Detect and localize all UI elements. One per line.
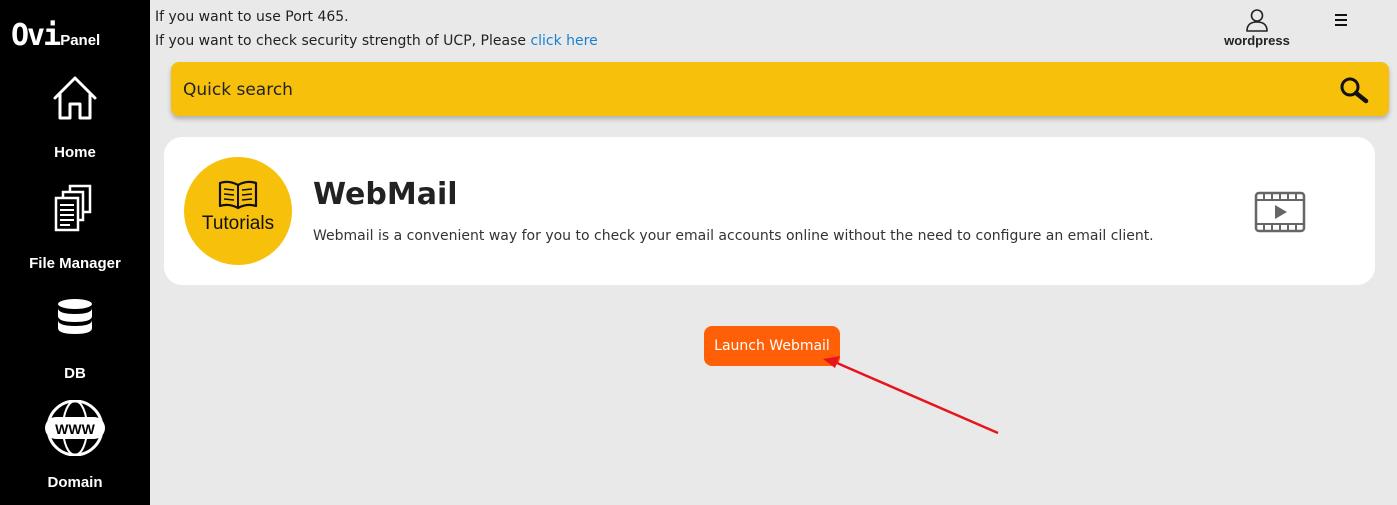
page-title: WebMail xyxy=(313,177,458,212)
logo-sub: Panel xyxy=(60,32,101,49)
click-here-link[interactable]: click here xyxy=(530,33,597,49)
quick-search-bar xyxy=(171,62,1389,118)
video-icon[interactable] xyxy=(1254,191,1306,233)
logo-main: Ovi xyxy=(11,18,61,53)
user-icon xyxy=(1246,9,1268,32)
tutorials-button[interactable]: Tutorials xyxy=(184,157,292,265)
sidebar-item-label: DB xyxy=(64,365,86,382)
hamburger-icon xyxy=(1335,14,1347,16)
sidebar-item-db[interactable]: DB xyxy=(0,297,150,382)
tutorials-label: Tutorials xyxy=(201,213,275,234)
svg-text:WWW: WWW xyxy=(55,421,95,437)
hamburger-menu-button[interactable] xyxy=(1333,12,1351,28)
file-manager-icon xyxy=(54,184,92,232)
search-input[interactable] xyxy=(181,62,1325,118)
webmail-card: Tutorials WebMail Webmail is a convenien… xyxy=(164,137,1375,285)
open-book-icon xyxy=(218,180,258,210)
database-icon xyxy=(58,299,92,334)
annotation-arrow-icon xyxy=(823,356,999,435)
sidebar-item-label: Home xyxy=(54,144,96,161)
www-icon: WWW xyxy=(45,400,105,456)
sidebar-item-label: File Manager xyxy=(29,255,121,272)
security-notice: If you want to check security strength o… xyxy=(155,33,598,49)
username: wordpress xyxy=(1224,33,1290,48)
user-account[interactable]: wordpress xyxy=(1212,8,1302,48)
search-icon[interactable] xyxy=(1339,76,1369,104)
sidebar-item-label: Domain xyxy=(47,474,103,491)
home-icon xyxy=(53,76,97,120)
sidebar: OviPanel Home File Manager DB WWW Domain xyxy=(0,0,150,505)
security-notice-text: If you want to check security strength o… xyxy=(155,33,531,49)
card-description: Webmail is a convenient way for you to c… xyxy=(313,228,1154,244)
sidebar-item-file-manager[interactable]: File Manager xyxy=(0,183,150,272)
sidebar-item-domain[interactable]: WWW Domain xyxy=(0,400,150,491)
sidebar-item-home[interactable]: Home xyxy=(0,72,150,161)
port-notice: If you want to use Port 465. xyxy=(155,9,349,25)
ovipanel-logo[interactable]: OviPanel xyxy=(11,18,100,53)
